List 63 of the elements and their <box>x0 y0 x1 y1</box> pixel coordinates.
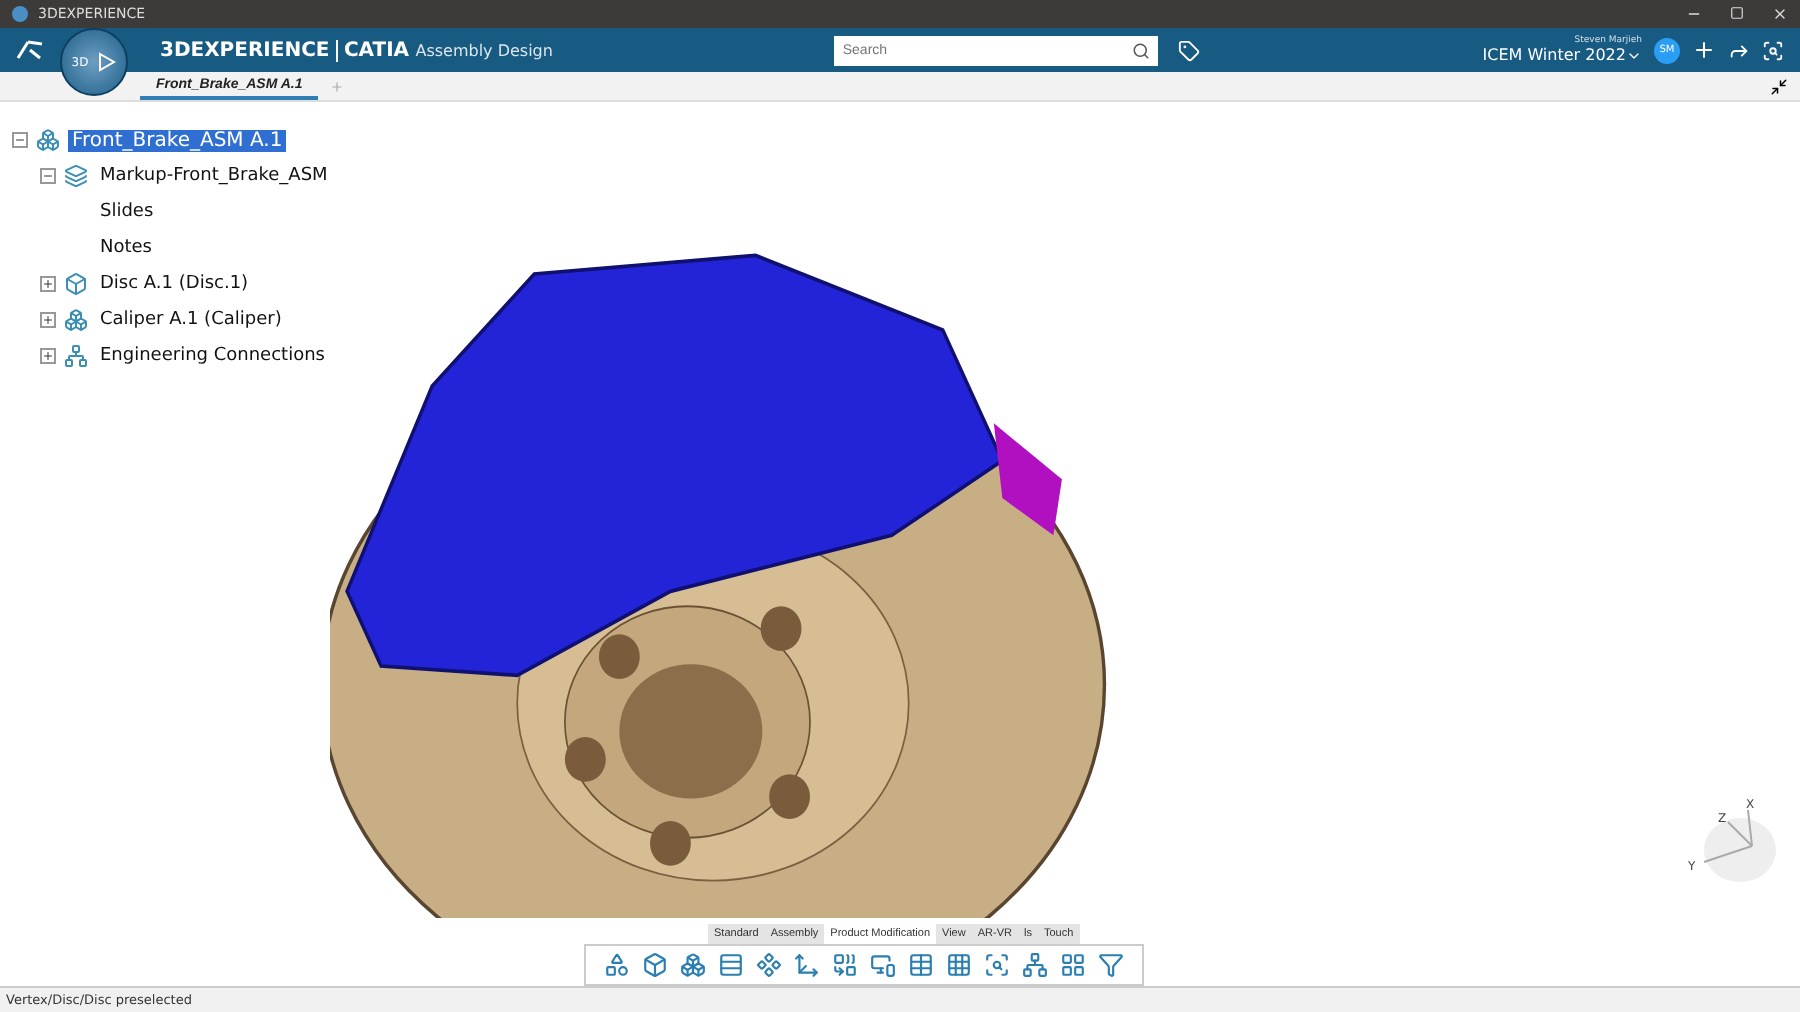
close-icon[interactable] <box>1772 6 1788 22</box>
tool-icon <box>832 952 858 978</box>
toolbar-button[interactable] <box>830 950 860 980</box>
plus-icon <box>42 350 54 362</box>
maximize-icon[interactable] <box>1730 6 1744 20</box>
tool-icon <box>984 952 1010 978</box>
tree-item[interactable]: Front_Brake_ASM A.1 <box>68 129 287 151</box>
app-title: 3DEXPERIENCE CATIA Assembly Design <box>160 39 553 61</box>
tree-item[interactable]: Notes <box>96 238 156 258</box>
toolbar-button[interactable] <box>906 950 936 980</box>
tree-item[interactable]: Engineering Connections <box>96 346 329 366</box>
tool-icon <box>794 952 820 978</box>
toolbar-button[interactable] <box>1058 950 1088 980</box>
tool-icon <box>908 952 934 978</box>
tool-icon <box>604 952 630 978</box>
minus-icon <box>14 134 26 146</box>
toolbar-button[interactable] <box>982 950 1012 980</box>
tool-icon <box>1060 952 1086 978</box>
help-button[interactable] <box>1761 39 1784 61</box>
app-icon <box>12 6 28 22</box>
tool-icon <box>756 952 782 978</box>
tool-icon <box>1022 952 1048 978</box>
toolbar-button[interactable] <box>944 950 974 980</box>
plus-icon <box>42 278 54 290</box>
tree-item[interactable]: Markup-Front_Brake_ASM <box>96 166 332 186</box>
tree-item[interactable]: Disc A.1 (Disc.1) <box>96 274 253 294</box>
workspace-selector[interactable]: ICEM Winter 2022 <box>1482 46 1642 64</box>
part-icon <box>64 272 88 296</box>
tool-icon <box>1098 952 1124 978</box>
expand-toggle[interactable] <box>40 312 56 328</box>
collapse-toggle[interactable] <box>40 168 56 184</box>
collapse-toggle[interactable] <box>12 132 28 148</box>
toolbar-button[interactable] <box>868 950 898 980</box>
part-icon <box>64 164 88 188</box>
expand-toggle[interactable] <box>40 276 56 292</box>
toolbar-button[interactable] <box>640 950 670 980</box>
tag-icon[interactable] <box>1178 39 1201 61</box>
minus-icon <box>42 170 54 182</box>
toolbar-button[interactable] <box>1020 950 1050 980</box>
tool-icon <box>642 952 668 978</box>
plus-icon <box>42 314 54 326</box>
tree-item[interactable]: Caliper A.1 (Caliper) <box>96 310 286 330</box>
toolbar-button[interactable] <box>678 950 708 980</box>
add-button[interactable] <box>1691 38 1716 62</box>
part-icon <box>36 128 60 152</box>
tool-icon <box>870 952 896 978</box>
toolbar-button[interactable] <box>716 950 746 980</box>
search-icon[interactable] <box>1132 41 1151 59</box>
toolbar-button[interactable] <box>754 950 784 980</box>
logo-icon <box>16 40 44 60</box>
tree-item[interactable]: Slides <box>96 202 158 222</box>
part-icon <box>64 308 88 332</box>
play-icon <box>96 52 117 72</box>
expand-toggle[interactable] <box>40 348 56 364</box>
share-button[interactable] <box>1727 39 1750 61</box>
tool-icon <box>946 952 972 978</box>
part-icon <box>64 344 88 368</box>
collapse-icon[interactable] <box>1770 77 1788 95</box>
toolbar-button[interactable] <box>792 950 822 980</box>
toolbar-button[interactable] <box>602 950 632 980</box>
toolbar-button[interactable] <box>1096 950 1126 980</box>
tool-icon <box>718 952 744 978</box>
tool-icon <box>680 952 706 978</box>
